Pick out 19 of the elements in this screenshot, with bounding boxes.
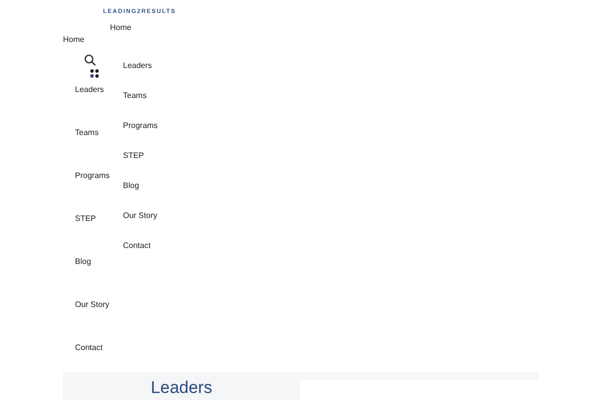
menu-link[interactable]: Contact [123, 240, 151, 252]
section-heading: Leaders [150, 378, 212, 399]
nav-link[interactable]: Our Story [75, 299, 110, 311]
nav-link[interactable]: STEP [75, 213, 96, 225]
nav-link[interactable]: Programs [75, 170, 110, 182]
nav-link[interactable]: Home [110, 22, 132, 34]
nav-link[interactable]: Blog [75, 256, 92, 268]
menu-link[interactable]: Leaders [123, 60, 152, 72]
nav-link[interactable]: Contact [75, 342, 103, 354]
nav-link[interactable]: Leaders [75, 84, 104, 96]
menu-link[interactable]: Blog [123, 180, 140, 192]
nav-link[interactable]: Home [63, 34, 84, 46]
menu-link[interactable]: Our Story [123, 210, 158, 222]
menu-link[interactable]: Teams [123, 90, 147, 102]
menu-link[interactable]: Programs [123, 120, 158, 132]
menu-link[interactable]: STEP [123, 150, 144, 162]
search-icon[interactable] [84, 54, 96, 66]
nav-link[interactable]: Teams [75, 127, 99, 139]
dots-grid-icon[interactable] [90, 69, 99, 78]
